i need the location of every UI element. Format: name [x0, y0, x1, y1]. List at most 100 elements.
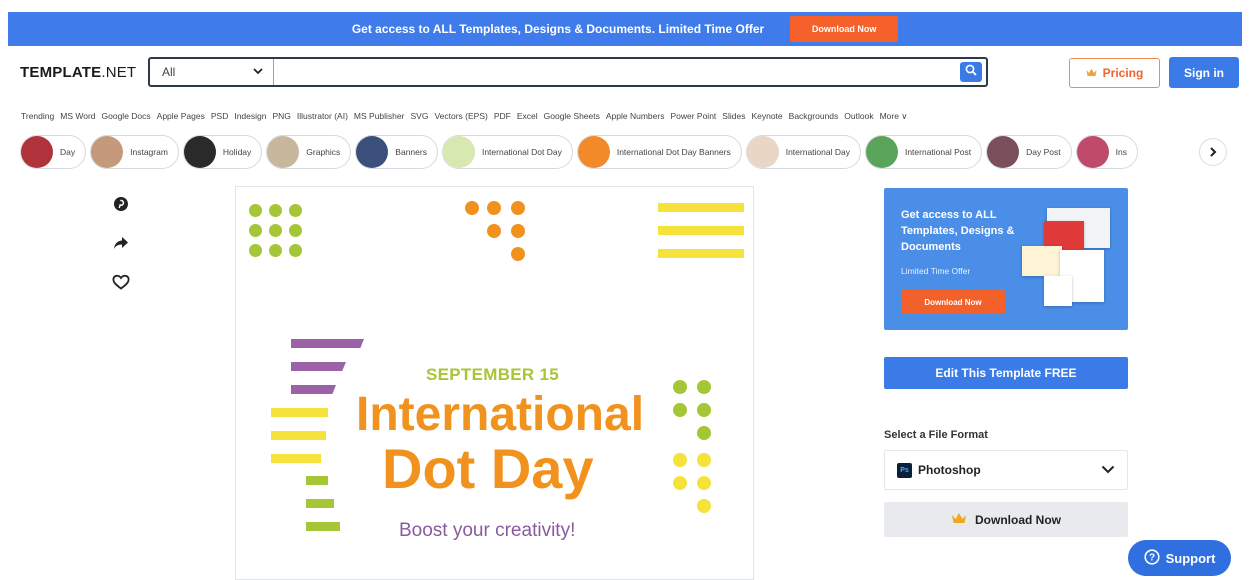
category-link[interactable]: PNG: [272, 111, 290, 122]
chip-day-post[interactable]: Day Post: [986, 135, 1072, 169]
chip-label: Holiday: [222, 147, 252, 157]
chip-label: Day Post: [1026, 147, 1061, 157]
signin-button[interactable]: Sign in: [1169, 57, 1239, 88]
support-button[interactable]: ? Support: [1128, 540, 1231, 576]
category-link[interactable]: Apple Pages: [157, 111, 205, 122]
logo-suffix: .NET: [101, 64, 137, 81]
category-link[interactable]: Vectors (EPS): [434, 111, 487, 122]
chip-graphics[interactable]: Graphics: [266, 135, 352, 169]
category-link[interactable]: Excel: [517, 111, 538, 122]
search-category-value: All: [162, 65, 176, 79]
event-title-line2: Dot Day: [382, 437, 594, 500]
chip-thumbnail: [987, 136, 1020, 168]
promo-banner: Get access to ALL Templates, Designs & D…: [8, 12, 1242, 46]
search-button[interactable]: [960, 62, 982, 82]
chip-holiday[interactable]: Holiday: [182, 135, 263, 169]
pinterest-icon[interactable]: [111, 194, 131, 214]
decor-dot: [511, 247, 525, 261]
sidebar-ad[interactable]: Get access to ALL Templates, Designs & D…: [884, 188, 1128, 330]
event-title-line1: International: [356, 388, 645, 441]
download-button[interactable]: Download Now: [884, 502, 1128, 537]
decor-dot: [511, 224, 525, 238]
file-format-select[interactable]: Ps Photoshop: [884, 450, 1128, 490]
download-label: Download Now: [975, 512, 1061, 527]
chip-label: Ins: [1115, 147, 1127, 157]
chip-label: Instagram: [130, 147, 168, 157]
category-link[interactable]: Illustrator (AI): [297, 111, 348, 122]
decor-dot: [697, 380, 711, 394]
file-format-label: Select a File Format: [884, 429, 988, 441]
chip-day[interactable]: Day: [20, 135, 87, 169]
chip-label: Banners: [395, 147, 427, 157]
decor-dot: [697, 453, 711, 467]
template-preview[interactable]: SEPTEMBER 15 International Dot Day Boost…: [235, 186, 754, 580]
category-link[interactable]: PSD: [211, 111, 228, 122]
category-link[interactable]: Backgrounds: [789, 111, 839, 122]
more-dropdown[interactable]: More ∨: [880, 111, 908, 122]
chip-thumbnail: [267, 136, 300, 168]
category-link[interactable]: Power Point: [670, 111, 716, 122]
decor-dot: [289, 244, 302, 257]
category-link[interactable]: Slides: [722, 111, 745, 122]
category-link[interactable]: Indesign: [234, 111, 266, 122]
chevron-down-icon: [253, 67, 263, 78]
chip-label: International Post: [904, 147, 972, 157]
decor-bar: [658, 249, 744, 258]
search-input[interactable]: [274, 59, 956, 85]
category-link[interactable]: Keynote: [751, 111, 782, 122]
edit-template-button[interactable]: Edit This Template FREE: [884, 357, 1128, 389]
pricing-button[interactable]: Pricing: [1069, 58, 1160, 88]
search-icon: [965, 63, 977, 81]
decor-dot: [697, 403, 711, 417]
decor-dot: [511, 201, 525, 215]
heart-icon[interactable]: [111, 272, 131, 292]
decor-bar: [291, 362, 346, 371]
ad-download-button[interactable]: Download Now: [901, 290, 1005, 314]
decor-dot: [249, 204, 262, 217]
category-link[interactable]: Google Docs: [102, 111, 151, 122]
event-tagline: Boost your creativity!: [399, 520, 576, 541]
logo-main: TEMPLATE: [20, 64, 102, 81]
decor-bar: [271, 431, 326, 440]
chip-thumbnail: [746, 136, 779, 168]
search-bar: All: [148, 57, 988, 87]
chips-next-button[interactable]: [1199, 138, 1227, 166]
chip-banners[interactable]: Banners: [355, 135, 438, 169]
chip-thumbnail: [91, 136, 124, 168]
ad-subtitle: Limited Time Offer: [901, 266, 971, 276]
chip-international-post[interactable]: International Post: [864, 135, 983, 169]
decor-dot: [249, 244, 262, 257]
decor-dot: [673, 453, 687, 467]
category-link[interactable]: Trending: [21, 111, 54, 122]
category-link[interactable]: Google Sheets: [544, 111, 600, 122]
category-link[interactable]: SVG: [410, 111, 428, 122]
crown-icon: [1086, 66, 1097, 80]
share-icon[interactable]: [111, 233, 131, 253]
chip-label: Day: [60, 147, 76, 157]
category-link[interactable]: PDF: [494, 111, 511, 122]
pricing-label: Pricing: [1102, 66, 1144, 80]
decor-dot: [289, 204, 302, 217]
chip-international-dot-day[interactable]: International Dot Day: [441, 135, 573, 169]
decor-dot: [673, 380, 687, 394]
template-thumbnail: [1022, 246, 1062, 276]
category-link[interactable]: MS Word: [60, 111, 95, 122]
decor-bar: [306, 522, 340, 531]
decor-dot: [249, 224, 262, 237]
chip-international-dot-day-banners[interactable]: International Dot Day Banners: [576, 135, 742, 169]
category-link[interactable]: MS Publisher: [354, 111, 405, 122]
category-link[interactable]: Apple Numbers: [606, 111, 665, 122]
decor-bar: [306, 476, 328, 485]
chip-international-day[interactable]: International Day: [745, 135, 861, 169]
decor-dot: [673, 476, 687, 490]
help-icon: ?: [1143, 548, 1160, 568]
search-category-select[interactable]: All: [150, 59, 274, 85]
category-link[interactable]: Outlook: [844, 111, 873, 122]
chip-instagram[interactable]: Instagram: [90, 135, 179, 169]
site-logo[interactable]: TEMPLATE.NET: [20, 64, 136, 81]
chip-ins[interactable]: Ins: [1075, 135, 1138, 169]
decor-bar: [271, 454, 321, 463]
decor-dot: [697, 426, 711, 440]
promo-download-button[interactable]: Download Now: [790, 16, 899, 42]
chip-label: International Dot Day: [481, 147, 562, 157]
